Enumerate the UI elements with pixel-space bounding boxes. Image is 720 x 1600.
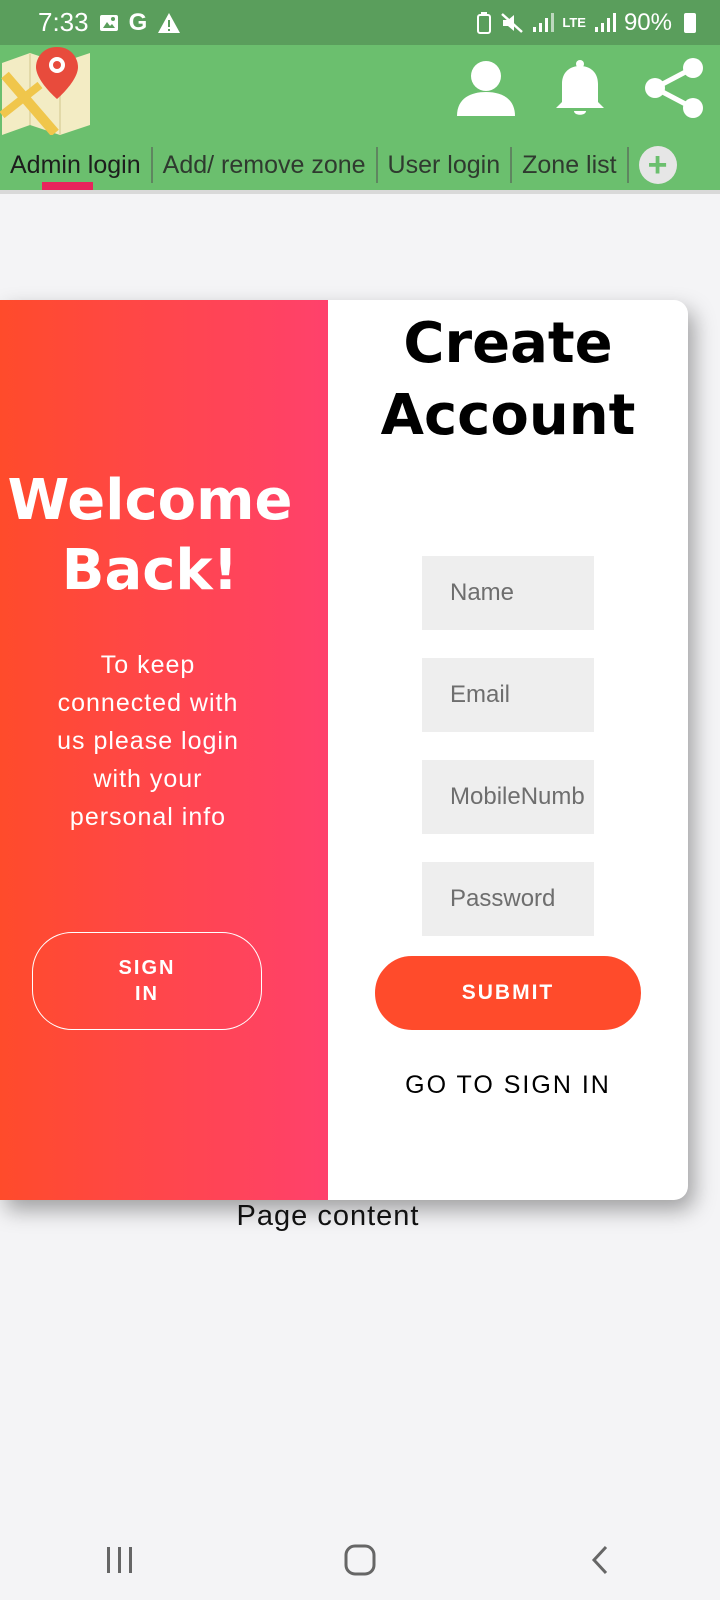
auth-card: Welcome Back! To keep connected with us … [0, 300, 688, 1200]
tab-zone-list[interactable]: Zone list [512, 140, 626, 190]
welcome-text: To keep connected with us please login w… [57, 651, 239, 831]
share-icon [645, 58, 703, 118]
create-title-line1: Create [403, 311, 613, 376]
email-input[interactable] [422, 658, 594, 732]
add-tab-button[interactable]: + [638, 146, 677, 184]
welcome-panel: Welcome Back! To keep connected with us … [0, 300, 328, 1200]
signal-icon [533, 12, 555, 32]
share-button[interactable] [642, 55, 706, 121]
bell-icon [556, 60, 604, 115]
page-content-text: Page content [236, 1200, 420, 1232]
battery-percent: 90% [623, 8, 672, 36]
google-icon: G [128, 8, 148, 36]
signal-icon-2 [594, 12, 616, 32]
tab-label: Zone list [522, 150, 617, 179]
create-title-line2: Account [380, 383, 636, 448]
home-button[interactable] [330, 1530, 390, 1590]
back-button[interactable] [570, 1530, 630, 1590]
top-actions [454, 55, 706, 121]
sign-in-label: SIGN IN [119, 955, 176, 1007]
notifications-button[interactable] [548, 55, 612, 121]
recent-apps-button[interactable] [90, 1530, 150, 1590]
battery-saver-icon [477, 11, 492, 34]
submit-button[interactable]: SUBMIT [375, 956, 641, 1030]
signup-form: Create Account SUBMIT GO TO SIGN IN [328, 300, 688, 1200]
battery-icon [684, 12, 696, 33]
recent-apps-icon [107, 1547, 132, 1573]
warning-icon [158, 12, 181, 33]
network-label: LTE [562, 15, 586, 30]
welcome-title-line1: Welcome [7, 468, 293, 533]
tab-label: User login [387, 150, 501, 179]
sign-in-button[interactable]: SIGN IN [32, 932, 262, 1030]
status-right: LTE 90% [476, 9, 696, 37]
tab-label: Admin login [10, 150, 141, 179]
name-input[interactable] [422, 556, 594, 630]
status-time: 7:33 [38, 7, 89, 37]
create-account-title: Create Account [328, 308, 688, 452]
welcome-title-line2: Back! [61, 538, 239, 603]
map-logo-icon [0, 47, 90, 135]
tab-add-remove-zone[interactable]: Add/ remove zone [153, 140, 376, 190]
status-bar: 7:33 G LTE 90% [0, 0, 720, 45]
go-to-sign-in-link[interactable]: GO TO SIGN IN [403, 1066, 613, 1104]
image-icon [99, 14, 118, 31]
person-icon [457, 61, 515, 116]
profile-button[interactable] [454, 55, 518, 121]
mute-icon [501, 12, 524, 33]
tab-separator [626, 147, 629, 183]
tab-label: Add/ remove zone [162, 150, 366, 179]
sign-in-label-line2: IN [135, 983, 159, 1005]
mobile-number-input[interactable] [422, 760, 594, 834]
tab-admin-login[interactable]: Admin login [0, 140, 151, 191]
back-icon [591, 1545, 608, 1575]
tab-bar: Admin login Add/ remove zone User login … [0, 140, 720, 191]
system-nav-bar [0, 1520, 720, 1600]
status-left: 7:33 G [38, 7, 181, 38]
app-bar-divider [0, 190, 720, 194]
home-icon [344, 1544, 376, 1576]
password-input[interactable] [422, 862, 594, 936]
welcome-title: Welcome Back! [0, 466, 300, 606]
sign-in-label-line1: SIGN [118, 957, 176, 979]
tab-user-login[interactable]: User login [378, 140, 511, 190]
app-bar: Admin login Add/ remove zone User login … [0, 45, 720, 193]
